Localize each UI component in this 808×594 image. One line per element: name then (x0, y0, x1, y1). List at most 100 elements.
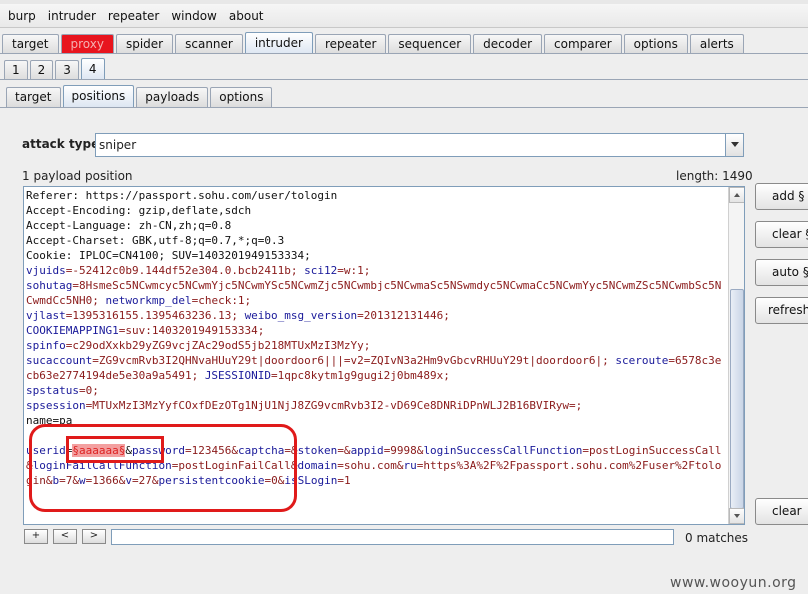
menu-about[interactable]: about (223, 5, 270, 27)
sub-tabs: target positions payloads options (6, 85, 274, 107)
request-segment: =0; (78, 384, 99, 397)
request-length: length: 1490 (676, 169, 753, 183)
subtab-target[interactable]: target (6, 87, 61, 107)
clear-markers-button[interactable]: clear § (755, 221, 808, 248)
request-segment: sceroute (615, 354, 669, 367)
main-tabs: target proxy spider scanner intruder rep… (2, 32, 746, 54)
request-line: spinfo=c29odXxkb29yZG9vcjZAc29odS5jb218M… (26, 338, 726, 353)
tab-target[interactable]: target (2, 34, 59, 54)
payload-position-count: 1 payload position (22, 169, 133, 183)
request-segment: Accept-Language: zh-CN,zh;q=0.8 (26, 219, 232, 232)
request-segment: weibo_msg_version (244, 309, 358, 322)
request-line: Accept-Language: zh-CN,zh;q=0.8 (26, 218, 726, 233)
search-input[interactable] (111, 529, 674, 545)
request-segment: =ZG9vcmRvb3I2QHNvaHUuY29t|doordoor6|||=v… (92, 354, 616, 367)
request-segment: =1395316155.1395463236.13; (65, 309, 245, 322)
request-line: vjlast=1395316155.1395463236.13; weibo_m… (26, 308, 726, 323)
request-segment: JSESSIONID (204, 369, 272, 382)
request-line: Cookie: IPLOC=CN4100; SUV=14032019491533… (26, 248, 726, 263)
instance-tabs: 1 2 3 4 (4, 58, 107, 80)
instance-tab-1[interactable]: 1 (4, 60, 28, 80)
request-segment: =1 (337, 474, 351, 487)
tab-spider[interactable]: spider (115, 34, 174, 54)
request-line: COOKIEMAPPING1=suv:1403201949153334; (26, 323, 726, 338)
menu-bar: burp intruder repeater window about (0, 4, 808, 28)
tab-scanner[interactable]: scanner (175, 34, 243, 54)
instance-tab-2[interactable]: 2 (29, 60, 54, 80)
request-segment: =check:1; (191, 294, 252, 307)
clear-button[interactable]: clear (755, 498, 808, 525)
add-marker-button[interactable]: add § (755, 183, 808, 210)
request-segment: vjlast (26, 309, 66, 322)
tab-decoder[interactable]: decoder (473, 34, 543, 54)
match-count: 0 matches (685, 531, 749, 545)
attack-type-value: sniper (99, 138, 137, 152)
request-segment: Referer: https://passport.sohu.com/user/… (26, 189, 338, 202)
refresh-button[interactable]: refresh (755, 297, 808, 324)
request-line: spsession=MTUxMzI3MzYyfCOxfDEzOTg1NjU1Nj… (26, 398, 726, 413)
tab-sequencer[interactable]: sequencer (388, 34, 472, 54)
request-segment: =sohu.com& (337, 459, 404, 472)
tab-intruder[interactable]: intruder (244, 32, 313, 54)
attack-type-label: attack type (22, 137, 100, 151)
menu-burp[interactable]: burp (2, 5, 42, 27)
next-match-button[interactable]: > (82, 529, 106, 544)
subtab-positions[interactable]: positions (62, 85, 135, 107)
previous-match-button[interactable]: < (53, 529, 77, 544)
request-segment: =201312131446; (357, 309, 450, 322)
request-line: Accept-Charset: GBK,utf-8;q=0.7,*;q=0.3 (26, 233, 726, 248)
request-segment: =1qpc8kytm1g9gugi2j0bm489x; (271, 369, 450, 382)
request-segment: appid (350, 444, 384, 457)
request-segment: =suv:1403201949153334; (118, 324, 265, 337)
request-segment: =& (337, 444, 351, 457)
auto-markers-button[interactable]: auto § (755, 259, 808, 286)
request-line: sucaccount=ZG9vcmRvb3I2QHNvaHUuY29t|door… (26, 353, 726, 383)
request-segment: Cookie: IPLOC=CN4100; SUV=14032019491533… (26, 249, 311, 262)
request-segment: =-52412c0b9.144df52e304.0.bcb2411b; (65, 264, 305, 277)
request-line: Accept-Encoding: gzip,deflate,sdch (26, 203, 726, 218)
request-line: vjuids=-52412c0b9.144df52e304.0.bcb2411b… (26, 263, 726, 278)
tab-options[interactable]: options (623, 34, 688, 54)
tab-alerts[interactable]: alerts (689, 34, 744, 54)
request-segment: sucaccount (26, 354, 93, 367)
editor-scrollbar[interactable] (728, 187, 744, 524)
request-segment: spsession (26, 399, 86, 412)
tab-divider (0, 107, 808, 108)
request-segment: sci12 (304, 264, 338, 277)
positions-panel: attack type sniper 1 payload position le… (8, 115, 808, 594)
tab-divider (0, 53, 808, 54)
tab-proxy[interactable]: proxy (60, 34, 114, 54)
attack-type-select[interactable]: sniper (95, 133, 744, 157)
watermark: www.wooyun.org (670, 575, 797, 591)
request-segment: networkmp_del (105, 294, 192, 307)
request-segment: =w:1; (337, 264, 371, 277)
request-line: sohutag=8HsmeSc5NCwmcyc5NCwmYjc5NCwmYSc5… (26, 278, 726, 308)
request-segment: =c29odXxkb29yZG9vcjZAc29odS5jb218MTUxMzI… (65, 339, 371, 352)
instance-tab-4[interactable]: 4 (80, 58, 105, 80)
scroll-up-icon[interactable] (729, 187, 744, 203)
tab-repeater[interactable]: repeater (314, 34, 387, 54)
request-segment: =9998& (383, 444, 424, 457)
tab-comparer[interactable]: comparer (544, 34, 622, 54)
request-segment: stoken (297, 444, 338, 457)
subtab-payloads[interactable]: payloads (136, 87, 209, 107)
menu-window[interactable]: window (165, 5, 223, 27)
request-segment: spstatus (26, 384, 79, 397)
tab-divider (0, 79, 808, 80)
chevron-down-icon[interactable] (725, 134, 743, 156)
request-segment: spinfo (26, 339, 66, 352)
request-segment: loginSuccessCallFunction (423, 444, 583, 457)
scroll-down-icon[interactable] (729, 508, 744, 524)
menu-intruder[interactable]: intruder (42, 5, 102, 27)
instance-tab-3[interactable]: 3 (55, 60, 79, 80)
request-segment: =MTUxMzI3MzYyfCOxfDEzOTg1NjU1NjJ8ZG9vcmR… (85, 399, 583, 412)
request-segment: vjuids (26, 264, 66, 277)
request-segment: Accept-Encoding: gzip,deflate,sdch (26, 204, 252, 217)
request-segment: domain (297, 459, 338, 472)
request-segment: sohutag (26, 279, 73, 292)
subtab-options[interactable]: options (210, 87, 273, 107)
scroll-thumb[interactable] (730, 289, 744, 509)
add-search-button[interactable]: + (24, 529, 48, 544)
request-segment: ru (403, 459, 417, 472)
menu-repeater[interactable]: repeater (102, 5, 165, 27)
